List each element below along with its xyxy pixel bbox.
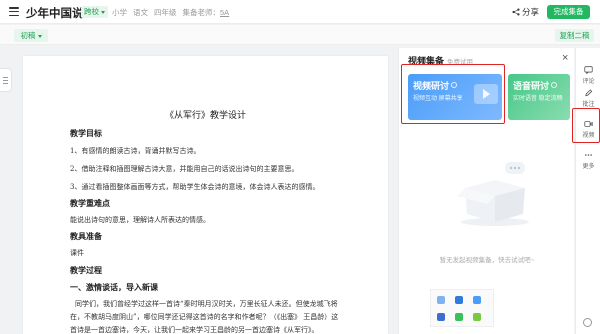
paragraph-line: 在，不教胡马度阴山”，哪位同学还记得这首诗的名字和作者呢？（《出塞》 王昌龄）这 — [70, 313, 339, 321]
draft-version-dropdown[interactable]: 初稿 — [14, 29, 48, 42]
outline-toggle-button[interactable] — [0, 68, 12, 92]
meta-grade: 四年级 — [154, 8, 177, 17]
voice-card-title-text: 语音研讨 — [513, 81, 550, 91]
chevron-down-icon — [37, 34, 42, 38]
section-heading: 教学过程 — [70, 265, 102, 275]
section-heading: 一、激情谈话，导入新课 — [70, 282, 158, 292]
share-icon — [512, 8, 520, 16]
rail-label: 评论 — [582, 79, 595, 85]
document-title: 《从军行》教学设计 — [164, 111, 246, 121]
chevron-down-icon — [101, 10, 105, 14]
complete-collab-button[interactable]: 完成集备 — [547, 5, 590, 19]
document-page[interactable]: 《从军行》教学设计 教学目标 1、有感情的朗读古诗，背诵并默写古诗。 2、借助注… — [23, 56, 388, 334]
help-icon[interactable] — [583, 318, 592, 327]
teacher-name[interactable]: 5A — [220, 8, 229, 17]
highlight-box-video-card — [401, 64, 505, 124]
paragraph-line: 同学们，我们曾经学过这样一首诗“秦时明月汉时关，万里长征人未还。但使龙城飞将 — [75, 300, 338, 308]
section-heading: 教具准备 — [70, 231, 102, 241]
highlight-box-video-rail — [572, 108, 600, 143]
rail-item-annotate[interactable]: 批注 — [576, 89, 600, 108]
annotate-icon — [585, 89, 593, 97]
more-icon — [585, 154, 592, 156]
top-bar: 少年中国说 跨校 小学 语文 四年级 集备老师：5A 分享 完成集备 — [0, 0, 600, 24]
paragraph-line: 能说出诗句的意思，理解诗人所表达的情感。 — [70, 216, 210, 224]
paragraph-line: 课件 — [70, 249, 84, 257]
close-icon[interactable]: × — [562, 52, 568, 64]
meta-stage: 小学 — [112, 8, 127, 17]
rail-item-more[interactable]: 更多 — [576, 151, 600, 170]
paragraph-line: 3、通过看插图整体画面等方式，帮助学生体会诗的意境，体会诗人表达的感情。 — [70, 183, 320, 191]
copy-draft-button[interactable]: 复制二稿 — [555, 29, 594, 42]
menu-icon[interactable] — [9, 7, 19, 16]
share-label: 分享 — [522, 7, 540, 17]
paragraph-line: 首诗是一首边塞诗，今天，让我们一起来学习王昌龄的另一首边塞诗《从军行》。 — [70, 326, 319, 334]
page-title: 少年中国说 — [26, 8, 84, 20]
draft-label: 初稿 — [20, 31, 36, 40]
info-icon — [551, 82, 558, 88]
paragraph-line: 1、有感情的朗读古诗，背诵并默写古诗。 — [70, 147, 201, 155]
scope-tag-label: 跨校 — [84, 7, 99, 16]
sub-toolbar: 初稿 复制二稿 — [0, 25, 600, 45]
rail-label: 更多 — [582, 164, 595, 170]
section-heading: 教学目标 — [70, 128, 102, 138]
teacher-label: 集备老师： — [182, 8, 221, 17]
empty-state-text: 暂无发起视频集备，快去试试吧~ — [439, 257, 535, 264]
comment-icon — [584, 66, 593, 74]
section-heading: 教学重难点 — [70, 198, 110, 208]
paragraph-line: 2、借助注释和插图理解古诗大意，并能用自己的话说出诗句的主要意思。 — [70, 165, 299, 173]
voice-discussion-card[interactable]: 语音研讨 实时语音 稳定流畅 — [508, 74, 570, 120]
lesson-meta: 小学 语文 四年级 集备老师：5A — [112, 7, 235, 18]
scope-tag-dropdown[interactable]: 跨校 — [81, 6, 108, 18]
empty-box-illustration — [457, 162, 529, 226]
rail-item-comment[interactable]: 评论 — [576, 66, 600, 85]
share-button[interactable]: 分享 — [512, 6, 539, 18]
voice-card-desc: 实时语音 稳定流畅 — [513, 96, 563, 102]
meta-teacher: 集备老师：5A — [183, 8, 230, 17]
meta-subject: 语文 — [133, 8, 148, 17]
voice-card-title: 语音研讨 — [513, 79, 558, 92]
app-icons-grid — [430, 289, 494, 327]
right-tool-rail: 评论 批注 视频 更多 — [575, 48, 600, 334]
